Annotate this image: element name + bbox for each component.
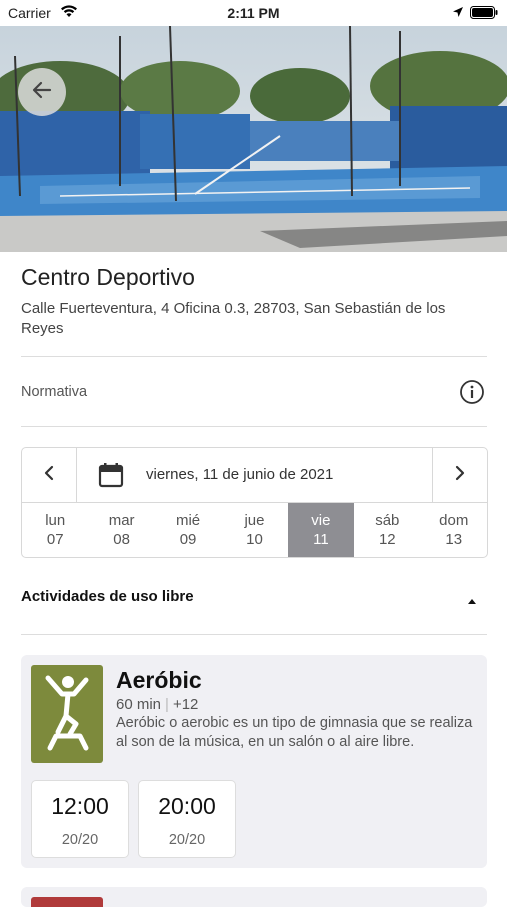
info-icon[interactable] xyxy=(459,379,485,410)
time-slot[interactable]: 12:00 20/20 xyxy=(31,780,129,858)
date-picker: viernes, 11 de junio de 2021 lun 07 mar 08… xyxy=(21,447,488,558)
rules-label[interactable]: Normativa xyxy=(21,384,87,400)
divider xyxy=(21,634,487,635)
activity-title: Aeróbic xyxy=(116,667,202,693)
next-date-button[interactable] xyxy=(432,448,487,502)
status-bar: Carrier 2:11 PM xyxy=(0,0,507,26)
activity-card[interactable]: Aeróbic 60 min | +12 Aeróbic o aerobic es … xyxy=(21,655,487,868)
day-number: 12 xyxy=(378,531,396,548)
day-number: 13 xyxy=(445,531,463,548)
activity-thumbnail xyxy=(31,897,103,907)
current-date[interactable]: viernes, 11 de junio de 2021 xyxy=(146,466,333,483)
day-name: jue xyxy=(244,512,265,529)
slot-time: 20:00 xyxy=(158,793,216,819)
day-tue[interactable]: mar 08 xyxy=(88,503,154,557)
venue-photo xyxy=(0,26,507,252)
day-name: sáb xyxy=(375,512,400,529)
day-name: mar xyxy=(108,512,135,529)
venue-address: Calle Fuerteventura, 4 Oficina 0.3, 2870… xyxy=(21,300,446,337)
day-number: 10 xyxy=(246,531,263,548)
section-title[interactable]: Actividades de uso libre xyxy=(21,588,194,605)
day-number: 07 xyxy=(46,531,64,548)
previous-date-button[interactable] xyxy=(22,448,77,502)
slot-capacity: 20/20 xyxy=(168,832,206,848)
clock: 2:11 PM xyxy=(227,5,280,21)
day-number: 09 xyxy=(179,531,197,548)
day-name: dom xyxy=(439,512,469,529)
arrow-left-icon xyxy=(31,79,53,106)
activity-thumbnail xyxy=(31,665,103,763)
collapse-caret-icon[interactable] xyxy=(467,592,477,610)
day-number: 08 xyxy=(113,531,130,548)
location-arrow-icon xyxy=(452,5,464,21)
chevron-right-icon xyxy=(454,465,466,486)
day-name: mié xyxy=(175,512,201,529)
chevron-left-icon xyxy=(43,465,55,486)
divider xyxy=(21,426,487,427)
venue-title: Centro Deportivo xyxy=(21,264,195,290)
day-sat[interactable]: sáb 12 xyxy=(354,503,420,557)
activity-description: Aeróbic o aerobic es un tipo de gimnasia… xyxy=(116,715,473,750)
slot-time: 12:00 xyxy=(51,793,109,819)
day-number: 11 xyxy=(313,531,329,548)
time-slot[interactable]: 20:00 20/20 xyxy=(138,780,236,858)
activity-card-next[interactable] xyxy=(21,887,487,907)
day-sun[interactable]: dom 13 xyxy=(421,503,487,557)
activity-duration: 60 min xyxy=(116,696,162,713)
day-name: lun xyxy=(45,512,66,529)
slot-capacity: 20/20 xyxy=(61,832,99,848)
day-fri-selected[interactable]: vie 11 xyxy=(287,503,355,557)
calendar-icon[interactable] xyxy=(98,462,124,493)
day-wed[interactable]: mié 09 xyxy=(155,503,221,557)
activity-age: +12 xyxy=(172,696,199,713)
battery-icon xyxy=(470,6,498,22)
activity-meta: 60 min | +12 xyxy=(116,696,198,713)
date-selector-row: viernes, 11 de junio de 2021 xyxy=(22,448,487,503)
day-thu[interactable]: jue 10 xyxy=(221,503,287,557)
back-button[interactable] xyxy=(18,68,66,116)
meta-separator: | xyxy=(165,696,169,713)
day-name: vie xyxy=(311,512,331,529)
day-mon[interactable]: lun 07 xyxy=(22,503,88,557)
divider xyxy=(21,356,487,357)
week-days: lun 07 mar 08 mié 09 jue 10 vie 11 sáb 12 dom 1… xyxy=(22,503,487,557)
aerobic-person-icon xyxy=(42,672,92,757)
